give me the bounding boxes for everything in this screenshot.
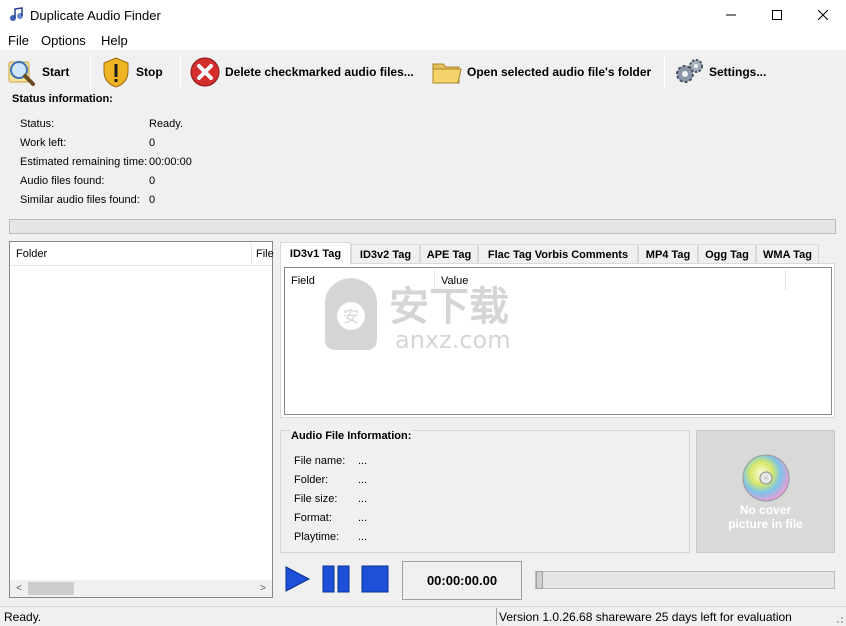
tab-ape[interactable]: APE Tag [420, 244, 478, 264]
scroll-right-arrow-icon[interactable]: > [255, 581, 271, 596]
maximize-icon [772, 10, 782, 20]
delete-button[interactable]: Delete checkmarked audio files... [189, 54, 414, 90]
toolbar-separator [90, 56, 91, 88]
cd-disc-icon [742, 454, 790, 502]
playtime-value: ... [358, 531, 368, 543]
remaining-time-label: Estimated remaining time: [20, 156, 148, 168]
playtime-label: Playtime: [294, 531, 340, 543]
no-cover-line1: No cover [739, 503, 792, 517]
app-music-icon [10, 7, 23, 21]
menu-file[interactable]: File [8, 33, 29, 48]
similar-found-label: Similar audio files found: [20, 194, 140, 206]
watermark-cn-text: 安下载 [389, 284, 509, 330]
file-name-label: File name: [294, 455, 346, 467]
statusbar-version: Version 1.0.26.68 shareware 25 days left… [499, 610, 792, 624]
files-found-label: Audio files found: [20, 175, 105, 187]
duplicate-files-list[interactable]: Folder File < > [9, 241, 274, 598]
delete-label: Delete checkmarked audio files... [225, 65, 414, 79]
list-header: Folder File [10, 242, 274, 266]
start-button[interactable]: Start [6, 54, 69, 90]
format-label: Format: [294, 512, 332, 524]
open-folder-button[interactable]: Open selected audio file's folder [431, 54, 651, 90]
minimize-button[interactable] [708, 0, 754, 30]
audio-info-title: Audio File Information: [290, 430, 413, 442]
warning-shield-icon [103, 57, 129, 88]
toolbar-separator [664, 56, 665, 88]
statusbar-divider [496, 608, 497, 625]
status-group-title: Status information: [12, 93, 113, 105]
stop-playback-icon[interactable] [361, 565, 389, 593]
play-icon[interactable] [283, 565, 311, 593]
no-cover-text: No cover picture in file [697, 503, 834, 531]
pause-icon[interactable] [322, 565, 350, 593]
settings-button[interactable]: Settings... [673, 54, 766, 90]
folder-value: ... [358, 474, 368, 486]
settings-label: Settings... [709, 65, 767, 79]
playback-time-display: 00:00:00.00 [402, 561, 522, 600]
column-header-field[interactable]: Field [291, 275, 315, 287]
file-size-label: File size: [294, 493, 338, 505]
audio-file-info-group: Audio File Information: File name: ... F… [280, 430, 690, 553]
delete-x-icon [190, 57, 220, 87]
open-folder-label: Open selected audio file's folder [467, 65, 652, 79]
minimize-icon [726, 14, 736, 16]
column-divider[interactable] [785, 270, 786, 290]
work-left-value: 0 [149, 137, 156, 149]
close-button[interactable] [800, 0, 846, 30]
toolbar: Start Stop Delete checkmarked audio file… [0, 50, 846, 94]
title-bar: Duplicate Audio Finder [0, 0, 846, 30]
column-header-folder[interactable]: Folder [16, 248, 47, 260]
format-value: ... [358, 512, 368, 524]
status-bar: Ready. Version 1.0.26.68 shareware 25 da… [0, 606, 846, 626]
folder-icon [432, 63, 462, 84]
cover-picture-panel: No cover picture in file [696, 430, 835, 553]
file-name-value: ... [358, 455, 368, 467]
files-found-value: 0 [149, 175, 156, 187]
column-header-file[interactable]: File [256, 248, 274, 260]
scan-progress-bar [9, 219, 836, 234]
seek-slider[interactable] [535, 571, 835, 589]
watermark-en-text: anxz.com [395, 326, 511, 354]
watermark-logo: 安 安下载 anxz.com [325, 278, 511, 354]
start-label: Start [42, 65, 70, 79]
maximize-button[interactable] [754, 0, 800, 30]
similar-found-value: 0 [149, 194, 156, 206]
tab-mp4[interactable]: MP4 Tag [638, 244, 698, 264]
stop-label: Stop [136, 65, 163, 79]
status-label: Status: [20, 118, 55, 130]
seek-slider-thumb[interactable] [536, 571, 543, 589]
magnifier-icon [8, 61, 35, 86]
close-icon [818, 10, 828, 20]
menu-help[interactable]: Help [101, 33, 128, 48]
toolbar-separator [180, 56, 181, 88]
svg-text:安: 安 [343, 307, 359, 326]
tab-ogg[interactable]: Ogg Tag [698, 244, 756, 264]
resize-grip-icon[interactable] [834, 614, 844, 624]
scrollbar-thumb[interactable] [28, 582, 74, 595]
tab-flac-vorbis[interactable]: Flac Tag Vorbis Comments [478, 244, 638, 264]
gears-icon [676, 59, 703, 83]
stop-button[interactable]: Stop [100, 54, 163, 90]
horizontal-scrollbar[interactable]: < > [10, 580, 272, 597]
statusbar-state: Ready. [4, 610, 42, 624]
menu-options[interactable]: Options [41, 33, 86, 48]
scroll-left-arrow-icon[interactable]: < [11, 581, 27, 596]
tab-wma[interactable]: WMA Tag [756, 244, 819, 264]
column-divider[interactable] [251, 244, 252, 264]
tab-id3v2[interactable]: ID3v2 Tag [351, 244, 420, 264]
file-size-value: ... [358, 493, 368, 505]
window-title: Duplicate Audio Finder [30, 8, 161, 23]
menu-bar: File Options Help [0, 30, 846, 50]
remaining-time-value: 00:00:00 [149, 156, 192, 168]
tab-id3v1[interactable]: ID3v1 Tag [280, 242, 351, 265]
no-cover-line2: picture in file [728, 517, 803, 531]
folder-label: Folder: [294, 474, 329, 486]
work-left-label: Work left: [20, 137, 67, 149]
status-value: Ready. [149, 118, 184, 130]
